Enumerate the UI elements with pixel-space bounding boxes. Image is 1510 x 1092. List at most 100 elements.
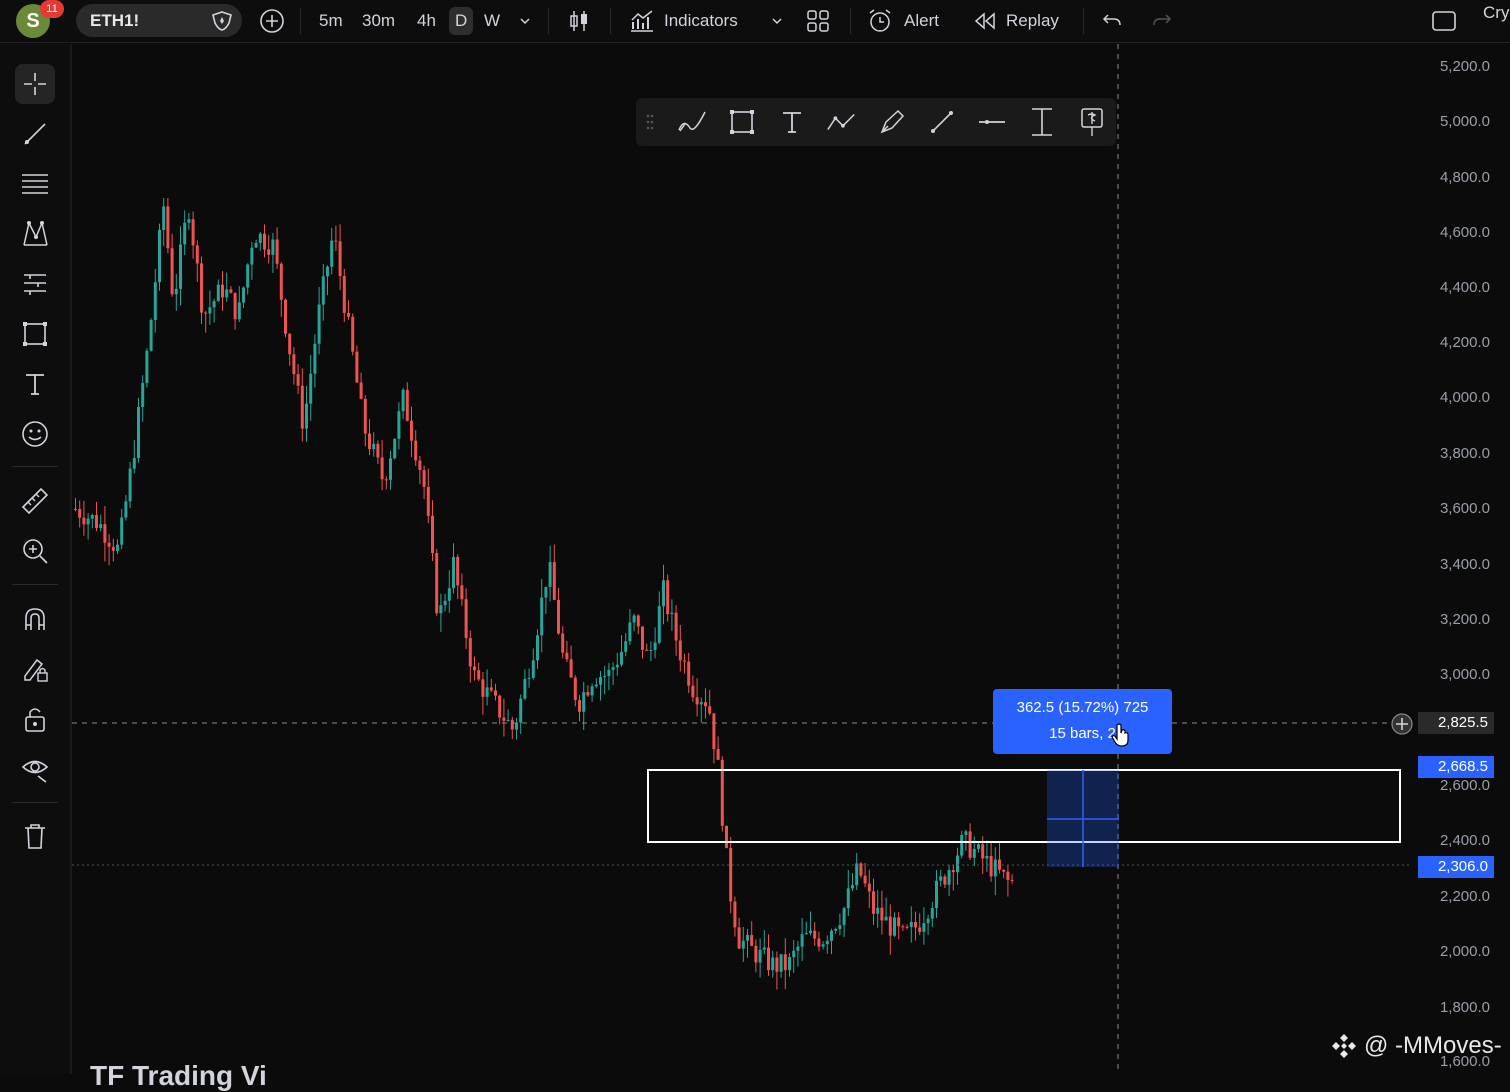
candle-body bbox=[725, 825, 728, 848]
timeframe-5m[interactable]: 5m bbox=[319, 0, 343, 42]
candle-body bbox=[935, 880, 938, 908]
symbol-search[interactable]: ETH1! bbox=[76, 4, 242, 37]
candle-body bbox=[960, 834, 964, 856]
emoji-tool[interactable] bbox=[15, 414, 55, 454]
candle-body bbox=[216, 284, 220, 302]
measure-tool[interactable] bbox=[15, 481, 55, 521]
pattern-tool[interactable] bbox=[15, 214, 55, 254]
delete-tool[interactable] bbox=[15, 816, 55, 856]
ruler-icon bbox=[21, 487, 49, 515]
price-chart[interactable] bbox=[72, 44, 1412, 1074]
undo-button[interactable] bbox=[1100, 0, 1124, 42]
timeframe-d-label: D bbox=[449, 7, 474, 35]
candle-body bbox=[456, 556, 460, 586]
candle-body bbox=[498, 695, 502, 718]
candle-body bbox=[842, 908, 846, 926]
layouts-button[interactable] bbox=[805, 0, 831, 42]
brush-tool[interactable] bbox=[676, 106, 708, 138]
candle-body bbox=[267, 249, 271, 255]
fullscreen-button[interactable] bbox=[1430, 0, 1458, 42]
divider bbox=[12, 584, 58, 585]
candle-body bbox=[704, 702, 707, 707]
trendline-tool[interactable] bbox=[15, 114, 55, 154]
price-range-tool[interactable] bbox=[1026, 106, 1058, 138]
divider bbox=[12, 466, 58, 467]
rectangle-tool[interactable] bbox=[15, 314, 55, 354]
zoom-tool[interactable] bbox=[15, 531, 55, 571]
horizontal-line-icon bbox=[979, 120, 1005, 124]
line-tool[interactable] bbox=[926, 106, 958, 138]
rectangle-tool-alt[interactable] bbox=[726, 106, 758, 138]
zoom-in-icon bbox=[23, 539, 48, 564]
add-symbol-button[interactable] bbox=[258, 0, 286, 42]
candle-body bbox=[342, 276, 346, 313]
price-tick: 4,600.0 bbox=[1439, 224, 1490, 241]
add-alert-icon[interactable] bbox=[1390, 712, 1414, 741]
measure-line-2: 15 bars, 2 bbox=[1049, 725, 1116, 742]
timeframe-d[interactable]: D bbox=[449, 0, 474, 42]
timeframe-dropdown[interactable] bbox=[518, 0, 532, 42]
candle-body bbox=[292, 354, 296, 375]
candle-body bbox=[733, 901, 737, 928]
candle-body bbox=[653, 642, 657, 651]
magnet-tool[interactable] bbox=[15, 599, 55, 639]
crosshair-tool[interactable] bbox=[15, 64, 55, 104]
lock-drawings-tool[interactable] bbox=[15, 649, 55, 689]
drag-handle-icon[interactable] bbox=[640, 106, 660, 138]
replay-button[interactable]: Replay bbox=[972, 0, 1059, 42]
candle-body bbox=[439, 605, 443, 614]
user-avatar[interactable]: S 11 bbox=[16, 0, 64, 40]
alert-button[interactable]: Alert bbox=[866, 0, 939, 42]
candle-body bbox=[250, 247, 254, 265]
grid-icon bbox=[807, 10, 829, 32]
candle-body bbox=[86, 518, 90, 525]
timeframe-4h[interactable]: 4h bbox=[417, 0, 436, 42]
left-drawing-toolbar bbox=[0, 44, 72, 1074]
chart-type-button[interactable] bbox=[566, 0, 592, 42]
candle-body bbox=[989, 855, 993, 877]
candle-body bbox=[746, 934, 749, 941]
candle-body bbox=[137, 407, 140, 459]
chevron-down-icon bbox=[772, 18, 782, 25]
price-label-icon bbox=[1081, 108, 1103, 136]
candle-body bbox=[443, 600, 447, 606]
candle-body bbox=[888, 916, 892, 936]
candle-body bbox=[254, 242, 258, 248]
candle-body bbox=[536, 635, 539, 661]
price-label-tool[interactable] bbox=[1076, 106, 1108, 138]
candle-body bbox=[452, 556, 455, 589]
text-tool-alt[interactable] bbox=[776, 106, 808, 138]
redo-button[interactable] bbox=[1150, 0, 1174, 42]
unlock-tool[interactable] bbox=[15, 699, 55, 739]
horizontal-line-tool[interactable] bbox=[976, 106, 1008, 138]
binance-logo-icon bbox=[1332, 1034, 1356, 1058]
candle-body bbox=[573, 677, 577, 701]
candle-body bbox=[321, 276, 325, 305]
candle-body bbox=[195, 245, 199, 264]
candle-body bbox=[926, 918, 930, 924]
forecast-tool[interactable] bbox=[15, 264, 55, 304]
text-tool[interactable] bbox=[15, 364, 55, 404]
candle-body bbox=[242, 287, 245, 303]
visibility-tool[interactable] bbox=[15, 749, 55, 789]
shield-icon[interactable] bbox=[210, 10, 234, 37]
candle-body bbox=[884, 916, 888, 921]
timeframe-30m[interactable]: 30m bbox=[362, 0, 395, 42]
candle-body bbox=[922, 923, 926, 932]
candle-body bbox=[615, 664, 619, 668]
candle-body bbox=[107, 542, 111, 547]
path-tool[interactable] bbox=[826, 106, 858, 138]
candles-icon bbox=[570, 11, 587, 31]
indicators-button[interactable]: Indicators bbox=[628, 0, 738, 42]
candle-body bbox=[544, 586, 548, 598]
price-range-icon bbox=[1032, 108, 1052, 136]
candle-body bbox=[481, 679, 485, 697]
candle-body bbox=[494, 690, 497, 696]
pen-tool[interactable] bbox=[876, 106, 908, 138]
redo-icon bbox=[1153, 14, 1172, 26]
candle-body bbox=[204, 312, 208, 314]
fib-tool[interactable] bbox=[15, 164, 55, 204]
hand-cursor-icon bbox=[1110, 722, 1132, 753]
timeframe-w[interactable]: W bbox=[484, 0, 500, 42]
indicators-dropdown[interactable] bbox=[770, 0, 784, 42]
